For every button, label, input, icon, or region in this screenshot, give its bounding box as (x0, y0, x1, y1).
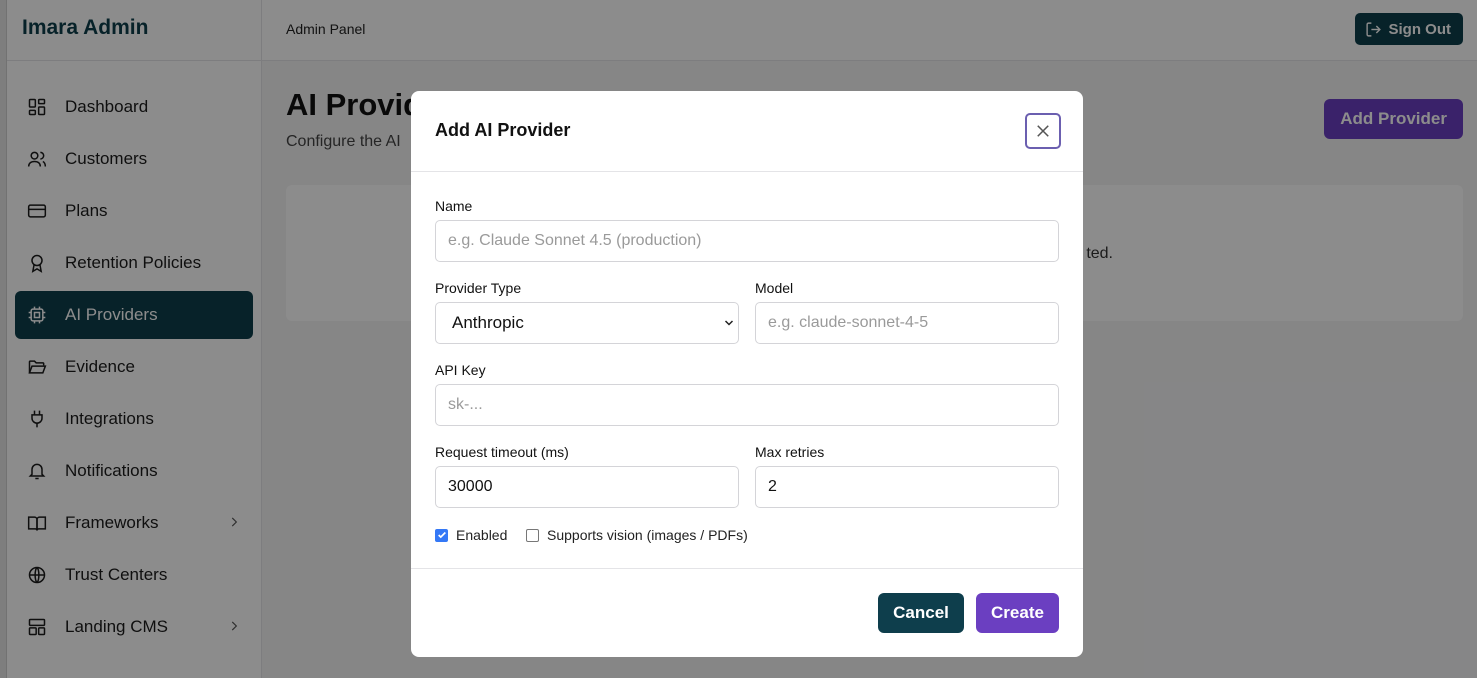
provider-type-select[interactable]: Anthropic (435, 302, 739, 344)
check-icon (437, 531, 446, 539)
max-retries-label: Max retries (755, 444, 825, 460)
model-label: Model (755, 280, 794, 296)
dialog-footer: Cancel Create (411, 568, 1083, 657)
api-key-label: API Key (435, 362, 486, 378)
close-icon (1037, 125, 1049, 137)
api-key-input[interactable] (435, 384, 1059, 426)
max-retries-input[interactable] (755, 466, 1059, 508)
cancel-button[interactable]: Cancel (878, 593, 964, 633)
model-input[interactable] (755, 302, 1059, 344)
add-ai-provider-dialog: Add AI Provider Name Provider Type Anthr… (411, 91, 1083, 657)
create-button[interactable]: Create (976, 593, 1059, 633)
provider-type-value: Anthropic (452, 313, 524, 332)
supports-vision-label: Supports vision (images / PDFs) (547, 527, 748, 543)
name-label: Name (435, 198, 473, 214)
dialog-title: Add AI Provider (435, 120, 571, 140)
enabled-checkbox[interactable] (435, 528, 448, 542)
close-button[interactable] (1025, 113, 1061, 149)
name-input[interactable] (435, 220, 1059, 262)
dialog-header: Add AI Provider (411, 91, 1083, 172)
enabled-checkbox-row[interactable]: Enabled (435, 527, 507, 543)
timeout-label: Request timeout (ms) (435, 444, 569, 460)
vision-checkbox-row[interactable]: Supports vision (images / PDFs) (526, 527, 748, 543)
provider-type-label: Provider Type (435, 280, 522, 296)
timeout-input[interactable] (435, 466, 739, 508)
enabled-label: Enabled (456, 527, 508, 543)
supports-vision-checkbox[interactable] (526, 528, 539, 542)
chevron-down-icon (724, 320, 734, 326)
